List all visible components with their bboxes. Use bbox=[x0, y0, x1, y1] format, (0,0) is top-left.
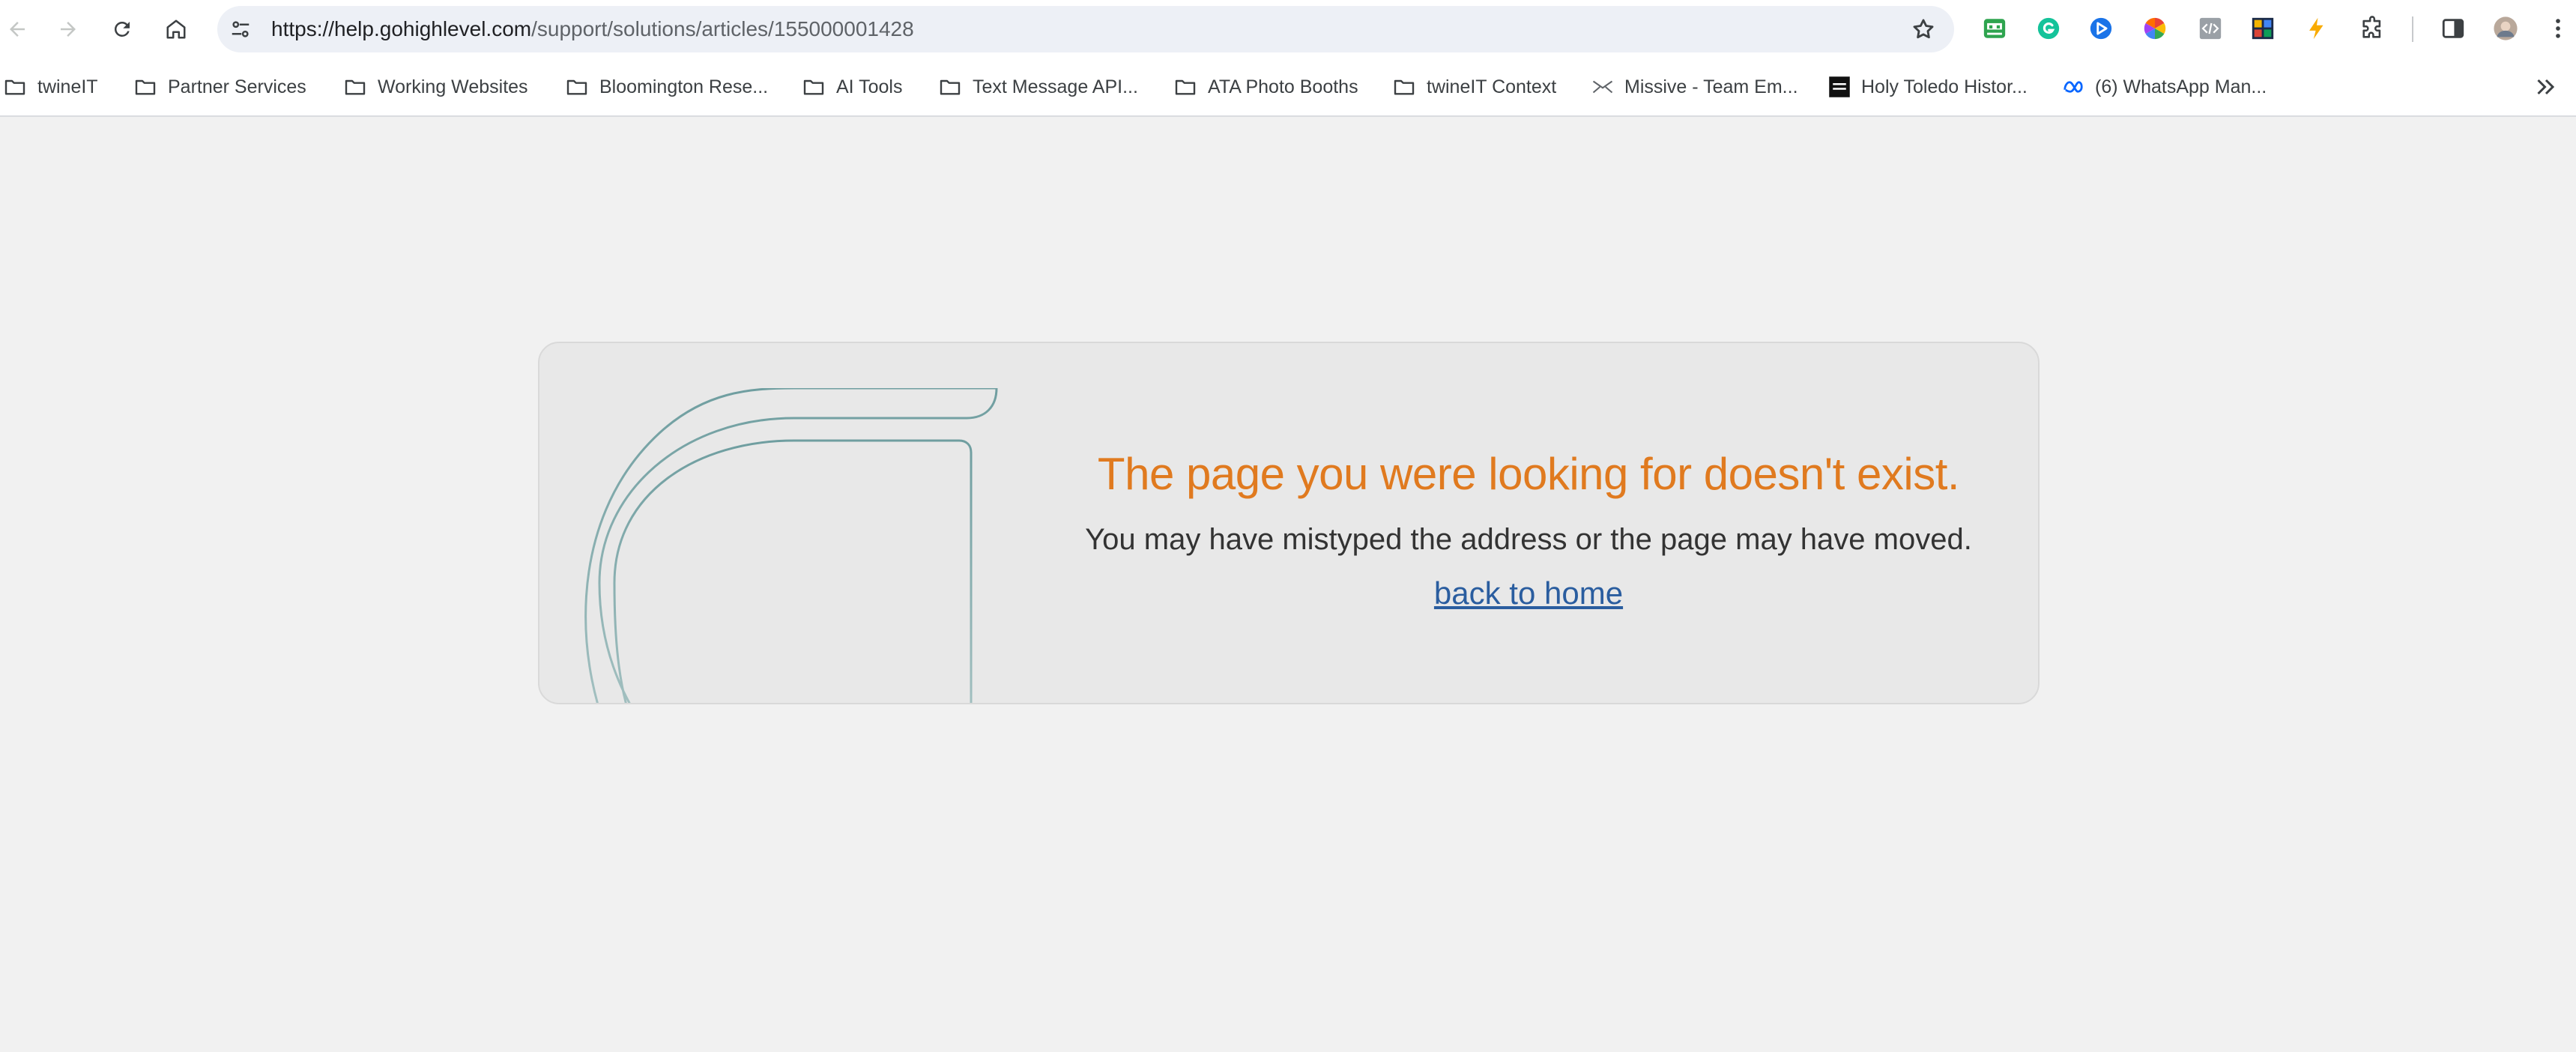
folder-icon bbox=[940, 79, 961, 95]
side-panel-icon bbox=[2442, 19, 2464, 38]
arrow-right-icon bbox=[61, 22, 76, 37]
folder-icon bbox=[1394, 79, 1415, 95]
back-to-home-container: back to home bbox=[1064, 575, 1993, 611]
bookmark-folder-ai-tools[interactable]: AI Tools bbox=[802, 58, 902, 115]
bookmark-folder-text-message-api[interactable]: Text Message API... bbox=[938, 58, 1138, 115]
bookmark-missive[interactable]: Missive - Team Em... bbox=[1591, 58, 1798, 115]
bolt-extension-icon bbox=[2309, 17, 2323, 40]
bookmark-folder-twineit-context[interactable]: twineIT Context bbox=[1392, 58, 1556, 115]
error-title: The page you were looking for doesn't ex… bbox=[1097, 449, 1960, 499]
url-text[interactable]: https://help.gohighlevel.com/support/sol… bbox=[271, 6, 914, 52]
reload-button[interactable] bbox=[105, 12, 139, 46]
site-settings-icon[interactable] bbox=[229, 18, 252, 40]
bookmark-label: (6) WhatsApp Man... bbox=[2095, 76, 2267, 97]
extensions-button[interactable] bbox=[2359, 15, 2386, 42]
folder-icon bbox=[566, 79, 587, 95]
play-extension-button[interactable] bbox=[2087, 15, 2114, 42]
missive-icon bbox=[1592, 80, 1613, 94]
toolbar-separator bbox=[2412, 16, 2413, 42]
bookmark-label: ATA Photo Booths bbox=[1208, 76, 1358, 97]
reload-icon bbox=[114, 21, 130, 37]
url-path: /support/solutions/articles/155000001428 bbox=[531, 17, 914, 40]
page-content: The page you were looking for doesn't ex… bbox=[0, 117, 2576, 1052]
extensions-icon bbox=[2362, 16, 2381, 38]
home-button[interactable] bbox=[159, 12, 193, 46]
url-host: https://help.gohighlevel.com bbox=[271, 17, 532, 40]
bookmark-folder-partner-services[interactable]: Partner Services bbox=[133, 58, 306, 115]
bookmark-label: Holy Toledo Histor... bbox=[1861, 76, 2028, 97]
folder-icon bbox=[345, 79, 366, 95]
bookmark-label: twineIT bbox=[37, 76, 98, 97]
folder-icon bbox=[135, 79, 156, 95]
color-picker-icon bbox=[2144, 17, 2166, 40]
holy-toledo-icon bbox=[1829, 76, 1850, 97]
side-panel-button[interactable] bbox=[2440, 15, 2467, 42]
bolt-extension-button[interactable] bbox=[2303, 15, 2330, 42]
bookmark-label: twineIT Context bbox=[1427, 76, 1557, 97]
home-icon bbox=[166, 19, 186, 39]
reader-extension-button[interactable] bbox=[1981, 15, 2008, 42]
profile-avatar bbox=[2494, 16, 2518, 40]
folder-icon bbox=[4, 79, 25, 95]
highlevel-logo-outline-icon bbox=[584, 388, 998, 703]
art-extension-button[interactable] bbox=[2249, 15, 2276, 42]
bookmark-label: Text Message API... bbox=[973, 76, 1138, 97]
bookmark-label: Partner Services bbox=[168, 76, 306, 97]
menu-button[interactable] bbox=[2545, 15, 2572, 42]
code-extension-icon bbox=[2199, 17, 2222, 40]
error-subtitle: You may have mistyped the address or the… bbox=[1085, 523, 1972, 556]
bookmark-label: Missive - Team Em... bbox=[1624, 76, 1798, 97]
browser-toolbar: https://help.gohighlevel.com/support/sol… bbox=[0, 0, 2576, 58]
bookmark-folder-twineit[interactable]: twineIT bbox=[3, 58, 98, 115]
back-to-home-link[interactable]: back to home bbox=[1434, 575, 1623, 611]
color-picker-button[interactable] bbox=[2141, 15, 2168, 42]
reader-extension-icon bbox=[1983, 19, 2006, 38]
puzzle-art-extension-icon bbox=[2252, 17, 2274, 40]
error-card: The page you were looking for doesn't ex… bbox=[538, 342, 2040, 704]
meta-icon bbox=[2063, 81, 2083, 93]
chevron-double-right-icon[interactable] bbox=[2533, 73, 2560, 100]
bookmark-label: AI Tools bbox=[836, 76, 903, 97]
bookmark-folder-ata-photo-booths[interactable]: ATA Photo Booths bbox=[1173, 58, 1358, 115]
grammarly-icon bbox=[2037, 17, 2060, 40]
forward-button[interactable] bbox=[51, 12, 85, 46]
profile-button[interactable] bbox=[2492, 15, 2519, 42]
address-bar[interactable]: https://help.gohighlevel.com/support/sol… bbox=[217, 6, 1954, 52]
bookmark-folder-bloomington[interactable]: Bloomington Rese... bbox=[565, 58, 768, 115]
arrow-left-icon bbox=[10, 22, 25, 37]
code-extension-button[interactable] bbox=[2197, 15, 2224, 42]
grammarly-button[interactable] bbox=[2035, 15, 2062, 42]
folder-icon bbox=[803, 79, 824, 95]
bookmark-star-icon[interactable] bbox=[1911, 16, 1936, 42]
bookmark-holy-toledo[interactable]: Holy Toledo Histor... bbox=[1828, 58, 2028, 115]
bookmarks-bar: twineIT Partner Services Working Website… bbox=[0, 58, 2576, 117]
folder-icon bbox=[1175, 79, 1196, 95]
blue-play-extension-icon bbox=[2090, 17, 2112, 40]
bookmark-label: Bloomington Rese... bbox=[599, 76, 769, 97]
menu-icon bbox=[2556, 19, 2560, 38]
bookmark-folder-working-websites[interactable]: Working Websites bbox=[343, 58, 528, 115]
bookmark-label: Working Websites bbox=[378, 76, 528, 97]
back-button[interactable] bbox=[0, 12, 34, 46]
bookmark-whatsapp-manager[interactable]: (6) WhatsApp Man... bbox=[2062, 58, 2267, 115]
